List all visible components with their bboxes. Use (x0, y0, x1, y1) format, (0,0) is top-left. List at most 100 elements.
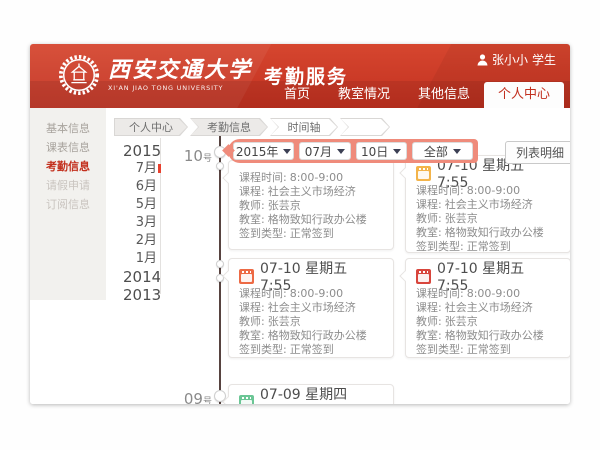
year-select[interactable]: 2015年 (233, 142, 294, 160)
timeline-line (219, 134, 221, 404)
person-icon (477, 54, 488, 66)
field-label: 教师: (239, 315, 265, 328)
field-label: 课程: (239, 301, 265, 314)
calendar-icon (416, 166, 431, 181)
field-label: 教师: (416, 315, 442, 328)
sidebar-item-basic-info[interactable]: 基本信息 (30, 119, 106, 138)
field-value: 8:00-9:00 (467, 287, 520, 300)
field-label: 签到类型: (239, 227, 287, 240)
field-value: 格物致知行政办公楼 (445, 329, 544, 342)
card-notch (222, 270, 233, 281)
user-name: 张小小 (492, 51, 528, 68)
field-value: 张芸京 (268, 315, 301, 328)
chevron-down-icon (393, 149, 401, 154)
university-name-cn: 西安交通大学 (108, 58, 252, 82)
breadcrumb-attendance-info[interactable]: 考勤信息 (190, 118, 268, 136)
type-select[interactable]: 全部 (412, 142, 473, 160)
timeline-month-1[interactable]: 1月 (123, 250, 157, 268)
user-role: 学生 (532, 51, 556, 68)
sidebar-item-attendance-info[interactable]: 考勤信息 (30, 157, 106, 176)
attendance-card[interactable]: 07-09 星期四 7:55 (228, 384, 394, 404)
field-label: 教室: (416, 226, 442, 239)
attendance-card[interactable]: 课程时间:8:00-9:00 课程:社会主义市场经济 教师:张芸京 教室:格物致… (228, 160, 394, 250)
field-value: 正常签到 (290, 227, 334, 240)
timeline-year-nav: 2015 7月 6月 5月 3月 2月 1月 2014 2013 (123, 142, 157, 304)
main-nav: 首页 教室情况 其他信息 个人中心 (270, 82, 564, 108)
breadcrumb: 个人中心 考勤信息 时间轴 (112, 118, 390, 136)
year-select-value: 2015年 (236, 143, 279, 160)
day-number: 10 (184, 147, 203, 165)
current-month-indicator (158, 164, 161, 173)
field-label: 教师: (239, 199, 265, 212)
field-value: 格物致知行政办公楼 (268, 329, 367, 342)
chevron-down-icon (453, 149, 461, 154)
field-value: 格物致知行政办公楼 (268, 213, 367, 226)
sidebar-item-schedule-info[interactable]: 课表信息 (30, 138, 106, 157)
timeline-month-3[interactable]: 3月 (123, 214, 157, 232)
month-select[interactable]: 07月 (299, 142, 350, 160)
field-label: 课程: (239, 185, 265, 198)
timeline-month-5[interactable]: 5月 (123, 196, 157, 214)
field-label: 课程时间: (239, 287, 287, 300)
card-notch (222, 172, 233, 183)
field-label: 课程时间: (416, 184, 464, 197)
breadcrumb-personal-center[interactable]: 个人中心 (114, 118, 188, 136)
sidebar: 基本信息 课表信息 考勤信息 请假申请 订阅信息 (30, 108, 106, 300)
timeline-node (216, 162, 224, 170)
nav-item-personal-center[interactable]: 个人中心 (484, 82, 564, 108)
field-label: 签到类型: (416, 343, 464, 356)
nav-item-classrooms[interactable]: 教室情况 (324, 82, 404, 108)
attendance-card[interactable]: 07-10 星期五 7:55 课程时间:8:00-9:00 课程:社会主义市场经… (228, 258, 394, 358)
breadcrumb-empty (340, 118, 390, 136)
attendance-card[interactable]: 07-10 星期五 7:55 课程时间:8:00-9:00 课程:社会主义市场经… (405, 155, 570, 253)
field-value: 社会主义市场经济 (445, 301, 533, 314)
timeline-month-7[interactable]: 7月 (123, 160, 157, 178)
field-label: 签到类型: (239, 343, 287, 356)
nav-item-home[interactable]: 首页 (270, 82, 324, 108)
day-select[interactable]: 10日 (356, 142, 407, 160)
day-suffix: 号 (203, 397, 212, 404)
timeline-nav-separator (160, 138, 161, 294)
timeline-node (216, 260, 224, 268)
date-filter-bar: 2015年 07月 10日 全部 (228, 139, 478, 163)
field-value: 张芸京 (268, 199, 301, 212)
breadcrumb-timeline-current: 时间轴 (270, 118, 338, 136)
sidebar-item-leave-request[interactable]: 请假申请 (30, 176, 106, 195)
list-detail-button[interactable]: 列表明细 (505, 141, 570, 164)
user-info[interactable]: 张小小 学生 (477, 51, 556, 68)
field-value: 张芸京 (445, 212, 478, 225)
content-area: 基本信息 课表信息 考勤信息 请假申请 订阅信息 个人中心 考勤信息 时间轴 (30, 108, 570, 404)
field-value: 8:00-9:00 (290, 287, 343, 300)
field-value: 正常签到 (290, 343, 334, 356)
calendar-icon (239, 395, 254, 405)
chevron-down-icon (337, 149, 345, 154)
day-suffix: 号 (203, 154, 212, 164)
field-value: 社会主义市场经济 (445, 198, 533, 211)
card-notch (399, 270, 410, 281)
card-notch (399, 167, 410, 178)
timeline-month-6[interactable]: 6月 (123, 178, 157, 196)
calendar-icon (239, 269, 254, 284)
app-window: 西安交通大学 XI'AN JIAO TONG UNIVERSITY 考勤服务 张… (30, 44, 570, 404)
field-value: 正常签到 (467, 343, 511, 356)
field-label: 课程: (416, 198, 442, 211)
timeline-year-2015[interactable]: 2015 (123, 142, 157, 160)
university-logo-icon (58, 54, 100, 96)
day-marker-10: 10号 (172, 146, 212, 165)
field-label: 签到类型: (416, 240, 464, 253)
field-value: 张芸京 (445, 315, 478, 328)
university-name-en: XI'AN JIAO TONG UNIVERSITY (108, 84, 252, 92)
nav-item-other-info[interactable]: 其他信息 (404, 82, 484, 108)
day-number: 09 (184, 390, 203, 404)
attendance-card[interactable]: 07-10 星期五 7:55 课程时间:8:00-9:00 课程:社会主义市场经… (405, 258, 570, 358)
timeline-month-2[interactable]: 2月 (123, 232, 157, 250)
calendar-icon (416, 269, 431, 284)
crumb-label: 个人中心 (115, 119, 187, 135)
chevron-down-icon (283, 149, 291, 154)
timeline-year-2014[interactable]: 2014 (123, 268, 157, 286)
timeline-year-2013[interactable]: 2013 (123, 286, 157, 304)
sidebar-item-subscription-info[interactable]: 订阅信息 (30, 195, 106, 214)
field-value: 正常签到 (467, 240, 511, 253)
field-label: 教室: (239, 213, 265, 226)
field-label: 课程: (416, 301, 442, 314)
